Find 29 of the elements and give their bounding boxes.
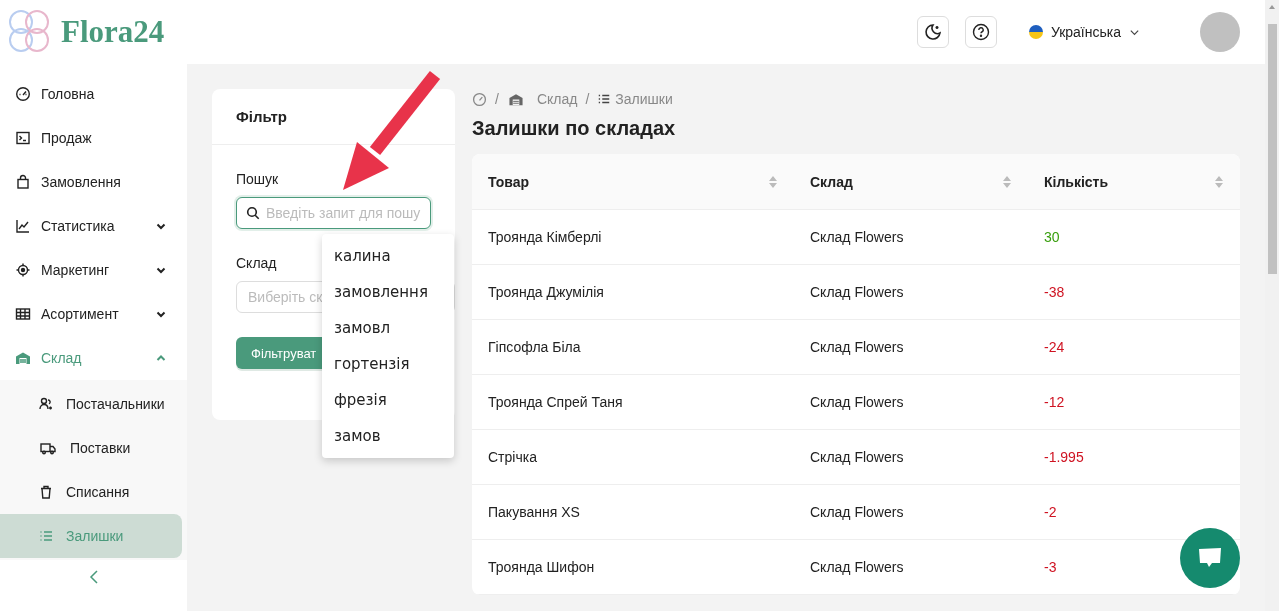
table-cell: Пакування XS [488, 504, 580, 520]
quantity-cell: 30 [1044, 229, 1060, 245]
quantity-cell: -3 [1044, 559, 1057, 575]
search-label: Пошук [236, 171, 279, 187]
table-cell: Склад Flowers [810, 449, 904, 465]
page-title: Залишки по складах [472, 117, 677, 140]
table-cell: Троянда Шифон [488, 559, 595, 575]
table-cell: Склад Flowers [810, 339, 904, 355]
warehouse-label: Склад [236, 255, 277, 271]
logo-text: Flora24 [61, 14, 165, 50]
quantity-cell: -2 [1044, 504, 1057, 520]
table-cell: Склад Flowers [810, 229, 904, 245]
table-cell: Стрічка [488, 449, 537, 465]
breadcrumb-separator: / [495, 91, 499, 107]
quantity-cell: -24 [1044, 339, 1065, 355]
table-cell: Склад Flowers [810, 394, 904, 410]
table-cell: Гіпсофла Біла [488, 339, 581, 355]
table-cell: Склад Flowers [810, 559, 904, 575]
quantity-cell: -1.995 [1044, 449, 1084, 465]
table-cell: Склад Flowers [810, 504, 904, 520]
breadcrumb-current: Залишки [615, 91, 673, 107]
table-cell: Троянда Джумілія [488, 284, 604, 300]
table-cell: Склад Flowers [810, 284, 904, 300]
filter-title: Фільтр [212, 89, 455, 145]
breadcrumb-separator: / [585, 91, 590, 107]
quantity-cell: -12 [1044, 394, 1065, 410]
table-cell: Троянда Кімберлі [488, 229, 602, 245]
table-cell: Троянда Спрей Таня [488, 394, 623, 410]
quantity-cell: -38 [1044, 284, 1065, 300]
